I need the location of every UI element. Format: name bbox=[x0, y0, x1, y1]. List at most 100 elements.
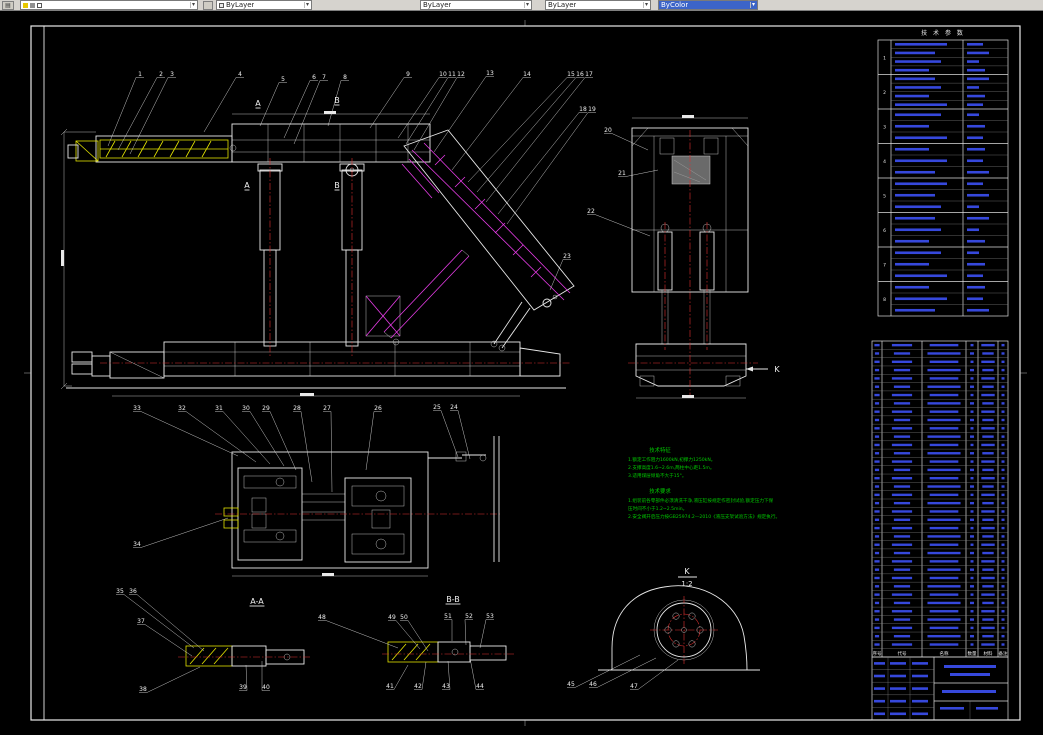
color-swatch bbox=[219, 2, 224, 8]
svg-text:名称: 名称 bbox=[940, 650, 949, 657]
svg-text:44: 44 bbox=[476, 683, 484, 690]
svg-text:1.组装前各零部件必须清洗干净,液压缸按规定作密封试验,额定: 1.组装前各零部件必须清洗干净,液压缸按规定作密封试验,额定压力下保 bbox=[628, 497, 774, 504]
lineweight-combo[interactable]: ByLayer ▾ bbox=[545, 0, 651, 10]
svg-text:29: 29 bbox=[262, 405, 270, 412]
bom-table: 序号 代号 名称 数量 材料 备注 bbox=[871, 340, 1009, 658]
svg-text:技术特征: 技术特征 bbox=[649, 446, 671, 454]
plotstyle-combo[interactable]: ByColor ▾ bbox=[658, 0, 758, 10]
svg-text:11: 11 bbox=[448, 71, 456, 78]
parameter-table: 技 术 参 数 1 2 3 4 5 6 7 8 bbox=[877, 29, 1009, 317]
chevron-down-icon: ▾ bbox=[749, 1, 755, 8]
chevron-down-icon: ▾ bbox=[642, 1, 648, 8]
svg-text:26: 26 bbox=[374, 405, 382, 412]
shield-assembly bbox=[365, 129, 575, 339]
svg-text:19: 19 bbox=[588, 106, 596, 113]
svg-text:4: 4 bbox=[883, 159, 886, 165]
svg-text:39: 39 bbox=[239, 684, 247, 691]
svg-text:6: 6 bbox=[312, 74, 316, 81]
svg-text:9: 9 bbox=[406, 71, 410, 78]
svg-text:24: 24 bbox=[450, 404, 458, 411]
svg-text:1: 1 bbox=[138, 71, 142, 78]
svg-text:A: A bbox=[244, 181, 250, 190]
assembly-drawing: 1 2 3 45 6 7 8 9 10 11 12 13 14 15 16 1718 1920212223242… bbox=[24, 20, 1027, 726]
svg-text:49: 49 bbox=[388, 614, 396, 621]
svg-text:38: 38 bbox=[139, 686, 147, 693]
chevron-down-icon: ▾ bbox=[523, 1, 529, 8]
svg-text:34: 34 bbox=[133, 541, 141, 548]
svg-text:3: 3 bbox=[170, 71, 174, 78]
svg-text:14: 14 bbox=[523, 71, 531, 78]
svg-text:51: 51 bbox=[444, 613, 452, 620]
svg-text:5: 5 bbox=[281, 76, 285, 83]
detail-k-view bbox=[598, 585, 760, 671]
svg-text:技 术 参 数: 技 术 参 数 bbox=[921, 29, 965, 37]
plan-view bbox=[215, 436, 500, 569]
svg-text:K: K bbox=[774, 365, 780, 374]
svg-text:31: 31 bbox=[215, 405, 223, 412]
svg-text:10: 10 bbox=[439, 71, 447, 78]
svg-text:7: 7 bbox=[883, 262, 886, 268]
svg-text:2.支撑高度1.6~2.6m,两柱中心距1.5m。: 2.支撑高度1.6~2.6m,两柱中心距1.5m。 bbox=[628, 464, 715, 471]
layer-color-swatch bbox=[37, 2, 42, 8]
svg-text:1: 1 bbox=[883, 55, 886, 61]
front-beam bbox=[67, 135, 237, 163]
section-a-a bbox=[178, 645, 312, 667]
svg-text:1.额定工作阻力1600kN,初撑力1250kN。: 1.额定工作阻力1600kN,初撑力1250kN。 bbox=[628, 456, 715, 463]
svg-text:50: 50 bbox=[400, 614, 408, 621]
svg-text:32: 32 bbox=[178, 405, 186, 412]
svg-text:25: 25 bbox=[433, 404, 441, 411]
plotstyle-value: ByColor bbox=[661, 1, 689, 9]
svg-text:代号: 代号 bbox=[898, 650, 907, 657]
layers-icon[interactable]: ▤ bbox=[2, 1, 14, 10]
svg-text:33: 33 bbox=[133, 405, 141, 412]
svg-text:4: 4 bbox=[238, 71, 242, 78]
properties-toolbar: ▤ ▾ ByLayer ▾ ByLayer ▾ ByLayer ▾ ByColo… bbox=[0, 0, 1043, 11]
svg-text:43: 43 bbox=[442, 683, 450, 690]
chevron-down-icon: ▾ bbox=[303, 1, 309, 8]
svg-text:28: 28 bbox=[293, 405, 301, 412]
balloon-callouts: 1 2 3 45 6 7 8 9 10 11 12 13 14 15 16 1718 1920212223242… bbox=[107, 70, 679, 693]
svg-text:52: 52 bbox=[465, 613, 473, 620]
svg-text:B-B: B-B bbox=[446, 595, 460, 604]
svg-text:6: 6 bbox=[883, 228, 886, 234]
svg-text:40: 40 bbox=[262, 684, 270, 691]
svg-text:30: 30 bbox=[242, 405, 250, 412]
svg-text:材料: 材料 bbox=[984, 650, 993, 657]
chevron-down-icon: ▾ bbox=[189, 1, 195, 8]
svg-text:3.适用煤层倾角不大于15°。: 3.适用煤层倾角不大于15°。 bbox=[628, 472, 686, 479]
side-view bbox=[628, 127, 768, 396]
svg-text:16: 16 bbox=[576, 71, 584, 78]
svg-text:5: 5 bbox=[883, 193, 886, 199]
make-layer-current-button[interactable] bbox=[203, 1, 213, 10]
svg-text:27: 27 bbox=[323, 405, 331, 412]
linetype-value: ByLayer bbox=[423, 1, 452, 9]
svg-text:序号: 序号 bbox=[873, 650, 882, 657]
svg-text:15: 15 bbox=[567, 71, 575, 78]
svg-text:K: K bbox=[684, 567, 690, 576]
svg-text:42: 42 bbox=[414, 683, 422, 690]
color-combo[interactable]: ByLayer ▾ bbox=[216, 0, 312, 10]
layer-combo[interactable]: ▾ bbox=[20, 0, 198, 10]
svg-text:2: 2 bbox=[159, 71, 163, 78]
svg-text:B: B bbox=[334, 96, 340, 105]
svg-text:47: 47 bbox=[630, 683, 638, 690]
svg-text:17: 17 bbox=[585, 71, 593, 78]
svg-text:41: 41 bbox=[386, 683, 394, 690]
svg-text:20: 20 bbox=[604, 127, 612, 134]
svg-text:B: B bbox=[334, 181, 340, 190]
svg-text:53: 53 bbox=[486, 613, 494, 620]
svg-text:技术要求: 技术要求 bbox=[649, 487, 671, 495]
layer-on-icon bbox=[23, 2, 28, 8]
svg-text:18: 18 bbox=[579, 106, 587, 113]
svg-text:8: 8 bbox=[883, 297, 886, 303]
svg-text:37: 37 bbox=[137, 618, 145, 625]
cad-viewport[interactable]: 1 2 3 4 5 6 7 8 9 10 11 12 13 14 15 16 17 18 19 20 21 22 23 24 2… bbox=[0, 11, 1043, 735]
svg-text:A-A: A-A bbox=[250, 597, 264, 606]
svg-text:2.安全阀开启压力按GB25974.2—2010《液压支架试: 2.安全阀开启压力按GB25974.2—2010《液压支架试验方法》规定执行。 bbox=[628, 513, 780, 520]
technical-notes: 技术特征 1.额定工作阻力1600kN,初撑力1250kN。2.支撑高度1.6~2… bbox=[628, 446, 780, 520]
svg-text:8: 8 bbox=[343, 74, 347, 81]
svg-text:A: A bbox=[255, 99, 261, 108]
svg-text:48: 48 bbox=[318, 614, 326, 621]
svg-text:21: 21 bbox=[618, 170, 626, 177]
linetype-combo[interactable]: ByLayer ▾ bbox=[420, 0, 532, 10]
